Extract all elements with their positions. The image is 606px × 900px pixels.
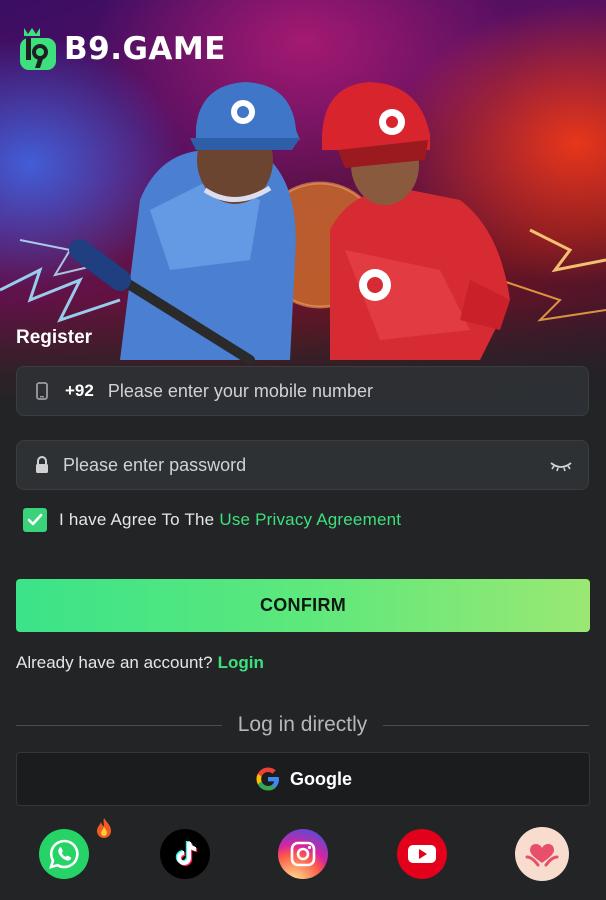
login-link[interactable]: Login <box>218 653 264 672</box>
mobile-number-field[interactable]: +92 <box>16 366 589 416</box>
tiktok-button[interactable] <box>160 829 210 879</box>
privacy-agreement-link[interactable]: Use Privacy Agreement <box>219 510 401 530</box>
whatsapp-button[interactable] <box>39 818 111 879</box>
phone-icon <box>33 382 51 400</box>
register-title: Register <box>16 327 93 348</box>
checkmark-icon <box>27 513 43 526</box>
agree-checkbox[interactable] <box>23 508 47 532</box>
youtube-icon <box>408 845 436 863</box>
brand-logo[interactable]: B9.GAME <box>18 26 226 72</box>
brand-name: B9.GAME <box>64 31 226 67</box>
fire-icon <box>97 818 111 838</box>
lock-icon <box>33 456 51 474</box>
eye-closed-icon[interactable] <box>548 456 574 474</box>
confirm-button[interactable]: CONFIRM <box>16 579 590 632</box>
b9-logo-icon <box>20 28 56 70</box>
agreement-row: I have Agree To The Use Privacy Agreemen… <box>23 508 401 532</box>
password-input[interactable] <box>63 441 548 489</box>
agree-text: I have Agree To The <box>59 510 215 529</box>
google-login-button[interactable]: Google <box>16 752 590 806</box>
divider-line-left <box>16 724 222 726</box>
divider-line-right <box>383 724 590 726</box>
country-code[interactable]: +92 <box>65 381 94 401</box>
youtube-button[interactable] <box>397 829 447 879</box>
charity-button[interactable] <box>515 827 569 881</box>
instagram-button[interactable] <box>278 829 328 879</box>
instagram-icon <box>290 841 316 867</box>
social-login-row <box>0 818 606 881</box>
heart-hands-icon <box>525 844 559 867</box>
whatsapp-icon <box>49 839 79 869</box>
hero-banner: B9.GAME Register <box>0 0 606 410</box>
tiktok-icon <box>175 841 198 866</box>
google-icon <box>256 767 279 791</box>
password-field[interactable] <box>16 440 589 490</box>
login-prompt-text: Already have an account? <box>16 653 213 672</box>
login-prompt: Already have an account? Login <box>16 653 264 673</box>
google-label: Google <box>290 768 352 789</box>
direct-login-divider: Log in directly <box>16 712 590 738</box>
mobile-number-input[interactable] <box>107 367 588 415</box>
direct-login-label: Log in directly <box>237 713 368 736</box>
